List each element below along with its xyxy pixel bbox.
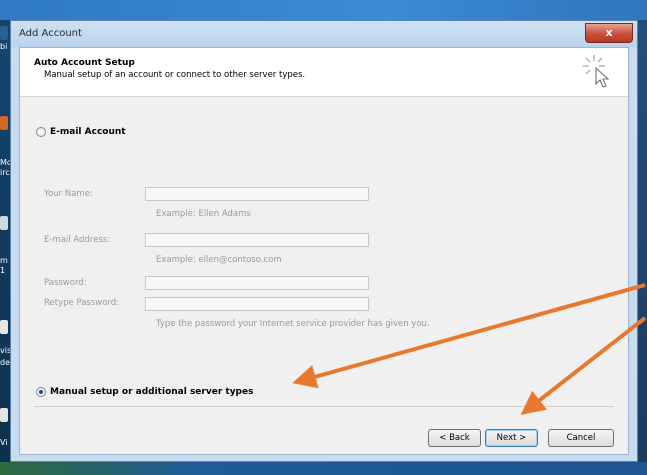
header-subtitle: Manual setup of an account or connect to… (44, 70, 306, 80)
desktop-label-fragment: Mo (0, 158, 10, 167)
password-field[interactable] (145, 276, 369, 290)
password-label: Password: (44, 278, 87, 288)
your-name-hint: Example: Ellen Adams (156, 209, 251, 219)
desktop-left-strip: bi Mo irc m 1 vis de Vi (0, 20, 10, 475)
desktop-label-fragment: Vi (0, 438, 8, 447)
retype-password-field[interactable] (145, 297, 369, 311)
close-button[interactable]: x (585, 23, 633, 43)
desktop-top-strip (0, 0, 647, 20)
wizard-header: Auto Account Setup Manual setup of an ac… (20, 48, 628, 97)
email-address-field[interactable] (145, 233, 369, 247)
your-name-field[interactable] (145, 187, 369, 201)
desktop-label-fragment: vis (0, 346, 10, 355)
account-options: E-mail Account Your Name: Example: Ellen… (34, 96, 614, 407)
taskbar-strip (0, 462, 647, 475)
manual-setup-radio[interactable] (36, 387, 46, 397)
manual-setup-label[interactable]: Manual setup or additional server types (50, 387, 253, 397)
desktop-icon[interactable] (0, 26, 8, 40)
password-hint: Type the password your Internet service … (156, 319, 430, 329)
email-address-label: E-mail Address: (44, 235, 111, 245)
close-icon: x (605, 26, 613, 39)
desktop-label-fragment: m (0, 256, 8, 265)
desktop-label-fragment: de (0, 358, 10, 367)
dialog-footer: < Back Next > Cancel (20, 416, 628, 454)
cancel-button[interactable]: Cancel (548, 429, 614, 447)
next-button[interactable]: Next > (485, 429, 538, 447)
desktop-label-fragment: 1 (0, 266, 6, 275)
retype-password-label: Retype Password: (44, 298, 120, 308)
title-bar[interactable]: Add Account x (11, 21, 637, 47)
email-address-hint: Example: ellen@contoso.com (156, 255, 282, 265)
desktop-right-strip (638, 20, 647, 475)
window-title: Add Account (19, 28, 82, 39)
header-title: Auto Account Setup (34, 58, 135, 68)
dialog-content: Auto Account Setup Manual setup of an ac… (19, 47, 629, 455)
desktop-icon[interactable] (0, 216, 8, 230)
email-account-radio[interactable] (36, 127, 46, 137)
desktop-icon[interactable] (0, 408, 8, 422)
your-name-label: Your Name: (44, 189, 93, 199)
desktop-icon[interactable] (0, 320, 8, 334)
add-account-dialog: Add Account x Auto Account Setup Manual … (10, 20, 638, 462)
email-account-label[interactable]: E-mail Account (50, 127, 126, 137)
desktop-label-fragment: bi (0, 42, 8, 51)
desktop-icon[interactable] (0, 116, 8, 130)
wizard-cursor-icon (583, 55, 610, 88)
back-button[interactable]: < Back (428, 429, 481, 447)
desktop-label-fragment: irc (0, 168, 10, 177)
